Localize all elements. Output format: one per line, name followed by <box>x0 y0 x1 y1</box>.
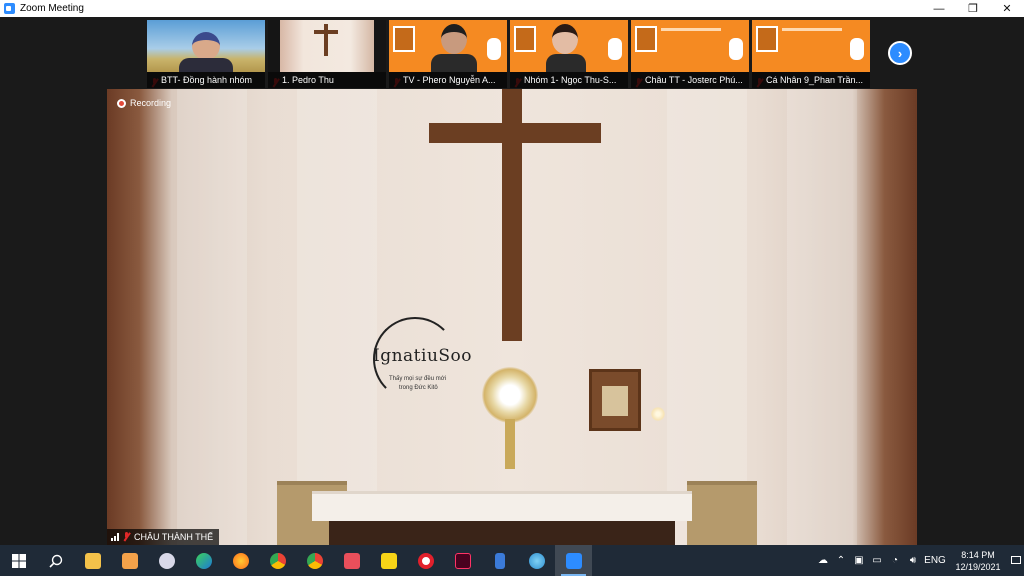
sticky-notes-icon <box>380 552 397 569</box>
participant-thumbnail[interactable]: Nhóm 1- Ngọc Thu-S... <box>510 20 628 88</box>
file-explorer-button[interactable] <box>74 545 111 576</box>
muted-mic-icon <box>123 532 130 542</box>
opera-button[interactable] <box>407 545 444 576</box>
sticky-notes-button[interactable] <box>370 545 407 576</box>
zoom-app-icon <box>4 3 15 14</box>
stream-button[interactable] <box>481 545 518 576</box>
participant-name: Châu TT - Josterc Phú... <box>631 72 749 88</box>
wall-panel <box>297 89 377 545</box>
wall-panel <box>787 89 857 545</box>
participant-video <box>147 20 265 72</box>
logo-subtitle: Thấy mọi sự đều mới trong Đức Kitô <box>389 375 446 393</box>
sanctuary-lamp <box>651 407 665 421</box>
app-grid-button[interactable] <box>333 545 370 576</box>
monstrance <box>482 367 538 423</box>
folder-icon <box>84 552 101 569</box>
stream-icon <box>494 552 505 569</box>
participant-video <box>389 20 507 72</box>
altar-front <box>329 521 675 545</box>
volume-icon[interactable]: 🔊︎ <box>904 545 922 576</box>
meeting-stage: BTT- Đồng hành nhóm 1. Pedro Thu TV - Ph… <box>0 17 1024 545</box>
active-speaker-video: IgnatiuSoo Thấy mọi sự đều mới trong Đức… <box>107 89 917 545</box>
participant-video <box>631 20 749 72</box>
participant-thumbnail[interactable]: Cá Nhân 9_Phan Trần... <box>752 20 870 88</box>
indesign-button[interactable] <box>444 545 481 576</box>
participant-name: 1. Pedro Thu <box>268 72 386 88</box>
notification-icon[interactable] <box>1008 545 1024 576</box>
close-button[interactable]: ✕ <box>990 0 1024 17</box>
logo-subtitle-line: trong Đức Kitô <box>399 385 438 391</box>
media-player-button[interactable] <box>111 545 148 576</box>
chrome-alt-icon <box>269 552 286 569</box>
signal-strength-icon <box>111 533 119 541</box>
battery-icon[interactable]: ▭ <box>868 545 886 576</box>
participant-video <box>510 20 628 72</box>
app-grid-icon <box>343 552 360 569</box>
browser-button[interactable] <box>518 545 555 576</box>
participant-name: BTT- Đồng hành nhóm <box>147 72 265 88</box>
globe-icon <box>528 552 545 569</box>
crucifix-beam <box>429 123 601 143</box>
weather-icon[interactable]: ☁ <box>814 545 832 576</box>
wifi-icon[interactable]: ◔ <box>886 545 904 576</box>
indesign-icon <box>454 552 471 569</box>
altar <box>312 491 692 521</box>
edge-button[interactable] <box>185 545 222 576</box>
system-tray: ☁ ⌃ ▣ ▭ ◔ 🔊︎ ENG 8:14 PM 12/19/2021 <box>814 545 1024 576</box>
zoom-icon <box>565 552 582 569</box>
recording-label: Recording <box>130 98 172 108</box>
minimize-button[interactable]: — <box>922 0 956 17</box>
next-page-button[interactable]: › <box>888 41 912 65</box>
participant-name: TV - Phero Nguyễn A... <box>389 72 507 88</box>
window-titlebar: Zoom Meeting — ❐ ✕ <box>0 0 1024 17</box>
window-title: Zoom Meeting <box>20 3 84 14</box>
participant-thumbnail[interactable]: TV - Phero Nguyễn A... <box>389 20 507 88</box>
firefox-button[interactable] <box>222 545 259 576</box>
tabernacle <box>589 369 641 431</box>
chrome-button[interactable] <box>296 545 333 576</box>
windows-taskbar: ☁ ⌃ ▣ ▭ ◔ 🔊︎ ENG 8:14 PM 12/19/2021 <box>0 545 1024 576</box>
clock[interactable]: 8:14 PM 12/19/2021 <box>948 549 1008 573</box>
participant-thumbnail[interactable]: 1. Pedro Thu <box>268 20 386 88</box>
edge-icon <box>195 552 212 569</box>
participant-video <box>752 20 870 72</box>
media-player-icon <box>121 552 138 569</box>
restore-button[interactable]: ❐ <box>956 0 990 17</box>
logo-text: IgnatiuSoo <box>373 346 473 366</box>
device-icon[interactable]: ▣ <box>850 545 868 576</box>
participant-thumbnail[interactable]: BTT- Đồng hành nhóm <box>147 20 265 88</box>
speaker-name-tag: CHÂU THÀNH THẾ <box>107 529 220 545</box>
search-icon <box>48 554 62 568</box>
chair <box>687 481 757 545</box>
chevron-up-icon[interactable]: ⌃ <box>832 545 850 576</box>
chrome-alt-button[interactable] <box>259 545 296 576</box>
participant-name: Nhóm 1- Ngọc Thu-S... <box>510 72 628 88</box>
clock-time: 8:14 PM <box>961 549 995 560</box>
participant-name: Cá Nhân 9_Phan Trần... <box>752 72 870 88</box>
wall-panel <box>667 89 747 545</box>
logo-subtitle-line: Thấy mọi sự đều mới <box>389 376 446 382</box>
participant-thumbnail[interactable]: Châu TT - Josterc Phú... <box>631 20 749 88</box>
language-indicator[interactable]: ENG <box>922 545 948 576</box>
zoom-taskbar-button[interactable] <box>555 545 592 576</box>
windows-logo-icon <box>11 553 26 568</box>
recording-icon <box>117 98 126 108</box>
chrome-icon <box>306 552 323 569</box>
participant-thumbnail-strip: BTT- Đồng hành nhóm 1. Pedro Thu TV - Ph… <box>147 20 870 88</box>
window-controls: — ❐ ✕ <box>922 0 1024 17</box>
clock-date: 12/19/2021 <box>955 561 1001 572</box>
wall-panel <box>177 89 247 545</box>
firefox-icon <box>232 552 249 569</box>
participant-video <box>268 20 386 72</box>
recording-indicator[interactable]: Recording <box>117 98 171 108</box>
opera-icon <box>417 552 434 569</box>
monstrance-stem <box>505 419 515 469</box>
start-button[interactable] <box>0 545 37 576</box>
paint-button[interactable] <box>148 545 185 576</box>
paint-icon <box>158 552 175 569</box>
search-button[interactable] <box>37 545 74 576</box>
speaker-name: CHÂU THÀNH THẾ <box>134 532 214 542</box>
